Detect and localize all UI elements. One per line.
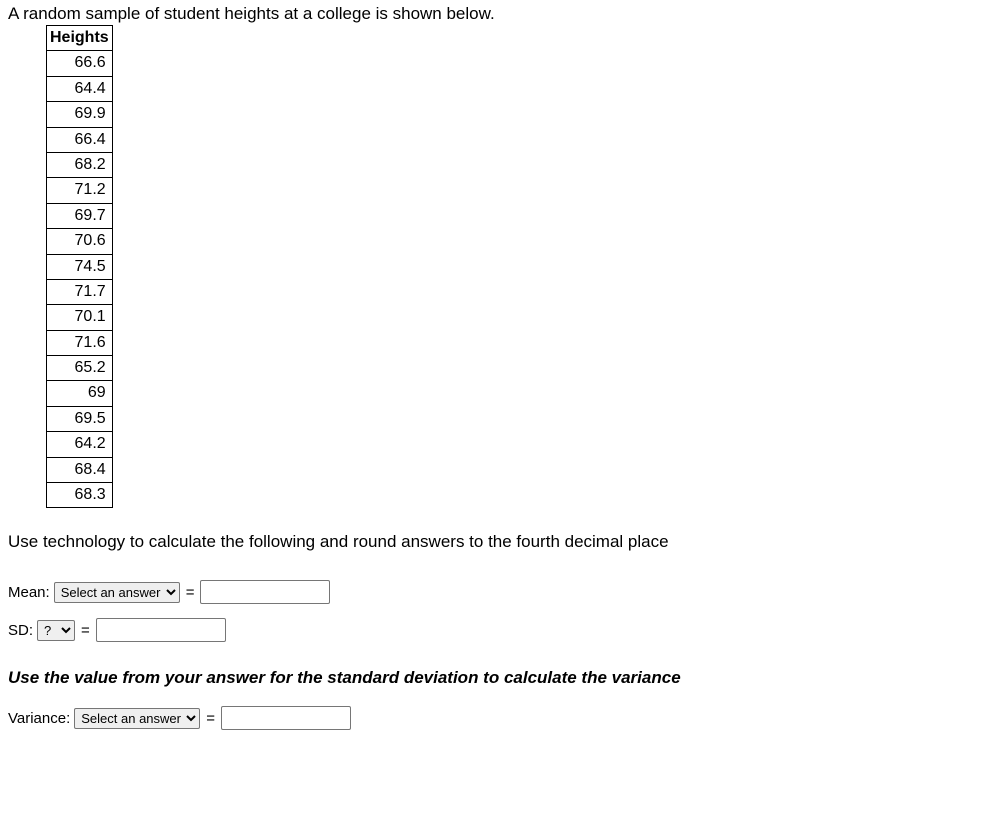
variance-label: Variance: — [8, 710, 70, 727]
variance-row: Variance: Select an answer = — [8, 706, 975, 730]
table-row: 64.2 — [47, 432, 113, 457]
table-row: 66.4 — [47, 127, 113, 152]
mean-label: Mean: — [8, 584, 50, 601]
variance-select[interactable]: Select an answer — [74, 708, 200, 729]
sd-input[interactable] — [96, 618, 226, 642]
mean-select[interactable]: Select an answer — [54, 582, 180, 603]
sd-select[interactable]: ? — [37, 620, 75, 641]
table-row: 71.7 — [47, 279, 113, 304]
table-row: 69 — [47, 381, 113, 406]
table-row: 65.2 — [47, 356, 113, 381]
equals-sign: = — [206, 710, 215, 727]
mean-row: Mean: Select an answer = — [8, 580, 975, 604]
table-row: 70.1 — [47, 305, 113, 330]
sd-label: SD: — [8, 622, 33, 639]
table-row: 71.2 — [47, 178, 113, 203]
table-row: 66.6 — [47, 51, 113, 76]
table-header: Heights — [47, 26, 113, 51]
sd-row: SD: ? = — [8, 618, 975, 642]
table-row: 69.5 — [47, 406, 113, 431]
table-row: 68.4 — [47, 457, 113, 482]
table-row: 70.6 — [47, 229, 113, 254]
variance-instruction: Use the value from your answer for the s… — [8, 668, 975, 688]
equals-sign: = — [186, 584, 195, 601]
instruction-text: Use technology to calculate the followin… — [8, 532, 975, 552]
heights-table: Heights 66.6 64.4 69.9 66.4 68.2 71.2 69… — [46, 25, 113, 508]
table-row: 68.2 — [47, 152, 113, 177]
equals-sign: = — [81, 622, 90, 639]
mean-input[interactable] — [200, 580, 330, 604]
table-row: 69.7 — [47, 203, 113, 228]
table-row: 69.9 — [47, 102, 113, 127]
variance-input[interactable] — [221, 706, 351, 730]
table-row: 71.6 — [47, 330, 113, 355]
table-row: 64.4 — [47, 76, 113, 101]
table-row: 74.5 — [47, 254, 113, 279]
intro-text: A random sample of student heights at a … — [8, 4, 975, 24]
table-row: 68.3 — [47, 483, 113, 508]
